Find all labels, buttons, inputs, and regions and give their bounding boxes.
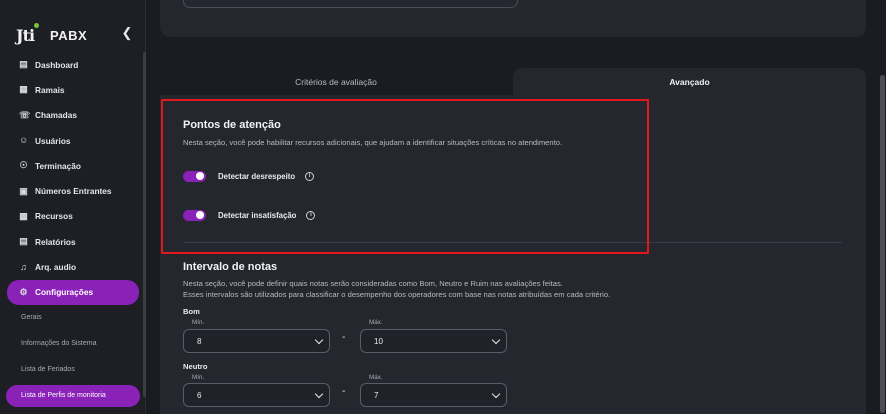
range-separator: - <box>342 332 346 343</box>
main-scrollbar-thumb[interactable] <box>880 75 885 413</box>
sidebar-item-terminacao[interactable]: ☉ Terminação <box>0 153 146 178</box>
bom-min-select[interactable]: 8 <box>183 329 330 353</box>
sidebar-subitem-gerais[interactable]: Gerais <box>0 305 146 331</box>
sidebar-item-relatorios[interactable]: ▤ Relatórios <box>0 229 146 254</box>
select-value: 8 <box>197 336 202 346</box>
chevron-down-icon <box>314 335 324 345</box>
number-icon: ▣ <box>19 185 28 196</box>
max-label: Máx. <box>369 374 383 381</box>
globe-icon: ☉ <box>19 160 28 171</box>
previous-section-card <box>160 0 866 37</box>
section-divider <box>183 242 842 243</box>
sidebar-item-dashboard[interactable]: ▤ Dashboard <box>0 52 146 77</box>
sidebar-item-usuarios[interactable]: ☺ Usuários <box>0 128 146 153</box>
attention-section-description: Nesta seção, você pode habilitar recurso… <box>183 138 563 147</box>
chevron-down-icon <box>491 389 501 399</box>
sidebar-subitem-label: Informações do Sistema <box>21 340 97 348</box>
toggle-label: Detectar desrespeito <box>218 171 296 181</box>
tab-avancado[interactable]: Avançado <box>513 68 866 96</box>
detect-disrespect-toggle[interactable] <box>183 170 206 182</box>
neutro-min-select[interactable]: 6 <box>183 383 330 407</box>
sidebar-subitem-label: Gerais <box>21 314 42 322</box>
info-icon[interactable]: i <box>305 171 315 181</box>
main-scrollbar[interactable] <box>879 0 886 414</box>
intervals-section-title: Intervalo de notas <box>183 261 278 273</box>
brand: Jti PABX <box>16 22 88 46</box>
neutro-max-select[interactable]: 7 <box>360 383 507 407</box>
report-icon: ▤ <box>19 236 28 247</box>
group-label-neutro: Neutro <box>183 362 208 371</box>
resources-icon: ▩ <box>19 210 28 221</box>
sidebar-subitem-perfis-monitoria[interactable]: Lista de Perfis de monitoria <box>6 384 140 407</box>
sidebar-item-label: Terminação <box>35 160 81 171</box>
sidebar-subitem-informacoes-sistema[interactable]: Informações do Sistema <box>0 331 146 357</box>
sidebar-item-label: Números Entrantes <box>35 186 112 197</box>
extension-icon: ▦ <box>19 84 28 95</box>
chevron-down-icon <box>491 335 501 345</box>
sidebar-item-label: Usuários <box>35 135 71 146</box>
max-label: Máx. <box>369 319 383 326</box>
sidebar-item-label: Dashboard <box>35 59 79 70</box>
product-name: PABX <box>50 27 88 43</box>
chevron-down-icon <box>314 389 324 399</box>
select-value: 10 <box>374 336 383 346</box>
audio-file-icon: ♫ <box>20 261 27 272</box>
detect-dissatisfaction-toggle[interactable] <box>183 209 206 221</box>
gear-icon: ⚙ <box>19 286 28 297</box>
select-value: 7 <box>374 390 379 400</box>
intervals-description-2: Esses intervalos são utilizados para cla… <box>183 290 611 299</box>
range-separator: - <box>342 386 346 397</box>
chart-icon: ▤ <box>19 59 28 70</box>
sidebar-item-recursos[interactable]: ▩ Recursos <box>0 204 146 229</box>
sidebar: Jti PABX ❮ ▤ Dashboard ▦ Ramais ☏ Chamadas … <box>0 0 146 414</box>
toggle-row-insatisfacao: Detectar insatisfação i <box>183 208 316 222</box>
sidebar-subitem-label: Lista de Feriados <box>21 366 75 374</box>
toggle-row-desrespeito: Detectar desrespeito i <box>183 169 315 183</box>
jti-logo: Jti <box>16 22 40 45</box>
sidebar-item-label: Arq. audio <box>35 262 77 273</box>
min-label: Mín. <box>192 319 205 326</box>
sidebar-item-label: Relatórios <box>35 236 76 247</box>
sidebar-scrollbar[interactable] <box>143 52 146 397</box>
sidebar-item-label: Chamadas <box>35 110 77 121</box>
min-label: Mín. <box>192 374 205 381</box>
sidebar-item-chamadas[interactable]: ☏ Chamadas <box>0 103 146 128</box>
sidebar-nav: ▤ Dashboard ▦ Ramais ☏ Chamadas ☺ Usuários ☉… <box>0 52 146 407</box>
attention-section-title: Pontos de atenção <box>183 119 281 131</box>
toggle-label: Detectar insatisfação <box>218 210 297 220</box>
sidebar-item-label: Ramais <box>35 84 65 95</box>
sidebar-item-ramais[interactable]: ▦ Ramais <box>0 77 146 102</box>
sidebar-item-label: Recursos <box>35 211 73 222</box>
previous-section-field[interactable] <box>183 0 518 8</box>
group-label-bom: Bom <box>183 307 200 316</box>
user-icon: ☺ <box>19 135 29 146</box>
sidebar-item-numeros-entrantes[interactable]: ▣ Números Entrantes <box>0 178 146 203</box>
info-icon[interactable]: i <box>306 210 316 220</box>
chevron-left-icon[interactable]: ❮ <box>120 26 134 40</box>
phone-icon: ☏ <box>19 109 31 120</box>
tabs: Critérios de avaliação Avançado <box>160 68 866 96</box>
sidebar-item-configuracoes[interactable]: ⚙ Configurações <box>7 279 139 305</box>
select-value: 6 <box>197 390 202 400</box>
sidebar-subitem-lista-feriados[interactable]: Lista de Feriados <box>0 357 146 383</box>
tab-criterios-avaliacao[interactable]: Critérios de avaliação <box>160 68 512 96</box>
sidebar-item-label: Configurações <box>35 287 94 298</box>
intervals-description-1: Nesta seção, você pode definir quais not… <box>183 279 563 288</box>
sidebar-subitem-label: Lista de Perfis de monitoria <box>21 392 106 400</box>
sidebar-item-arq-audio[interactable]: ♫ Arq. audio <box>0 254 146 279</box>
bom-max-select[interactable]: 10 <box>360 329 507 353</box>
